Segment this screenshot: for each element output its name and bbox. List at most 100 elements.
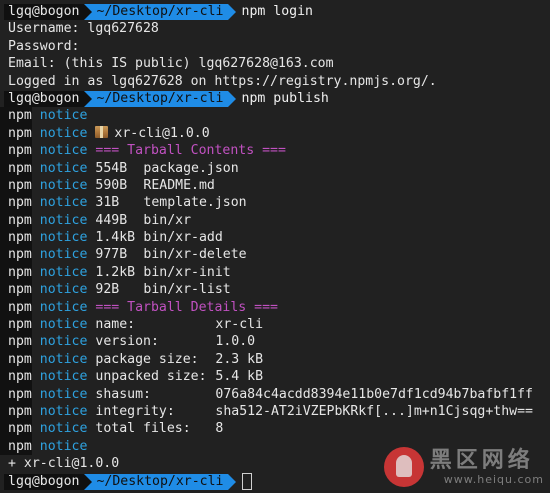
notice-label: notice bbox=[39, 369, 88, 385]
npm-prefix: npm bbox=[0, 333, 32, 351]
npm-prefix: npm bbox=[0, 176, 32, 195]
package-icon bbox=[95, 125, 109, 138]
prompt-separator-arrow bbox=[227, 4, 236, 20]
prompt-user-host: lgq@bogon bbox=[4, 473, 85, 490]
npm-notice-line: npm notice 1.2kB bin/xr-init bbox=[0, 263, 550, 282]
npm-prefix: npm bbox=[0, 159, 32, 177]
npm-prefix: npm bbox=[0, 298, 32, 317]
file-size: 554B bbox=[95, 160, 128, 176]
npm-prefix: npm bbox=[0, 281, 32, 299]
npm-notice-line: npm notice 31B template.json bbox=[0, 194, 550, 212]
prompt-path: ~/Desktop/xr-cli bbox=[92, 473, 228, 490]
notice-label: notice bbox=[39, 282, 88, 298]
notice-label: notice bbox=[39, 177, 88, 193]
file-size: 977B bbox=[95, 247, 128, 263]
prompt-user-host: lgq@bogon bbox=[4, 4, 85, 20]
file-name: bin/xr-add bbox=[143, 230, 223, 246]
file-size: 1.2kB bbox=[95, 264, 136, 280]
npm-prefix: npm bbox=[0, 107, 32, 125]
detail-value: xr-cli bbox=[215, 317, 264, 333]
file-size: 1.4kB bbox=[95, 230, 136, 246]
npm-prefix: npm bbox=[0, 142, 32, 160]
npm-prefix: npm bbox=[0, 420, 32, 438]
file-size: 449B bbox=[95, 212, 128, 228]
package-name: xr-cli@1.0.0 bbox=[114, 125, 210, 141]
npm-notice-line: npm notice 1.4kB bin/xr-add bbox=[0, 229, 550, 247]
npm-notice-line: npm notice shasum: 076a84c4acdd8394e11b0e… bbox=[0, 385, 550, 403]
detail-key: unpacked size: bbox=[95, 369, 207, 385]
detail-value: sha512-AT2iVZEPbKRkf[...]m+n1Cjsqg+thw== bbox=[215, 403, 533, 419]
notice-label: notice bbox=[39, 143, 88, 159]
notice-label: notice bbox=[39, 299, 88, 315]
npm-notice-line: npm notice total files: 8 bbox=[0, 420, 550, 438]
file-size: 590B bbox=[95, 177, 128, 193]
file-name: bin/xr-list bbox=[143, 282, 231, 298]
command-text: npm login bbox=[241, 4, 313, 19]
notice-label: notice bbox=[39, 403, 88, 419]
npm-prefix: npm bbox=[0, 124, 32, 143]
watermark-url: www.heiqu.com bbox=[443, 472, 544, 486]
npm-notice-line: npm notice 92B bin/xr-list bbox=[0, 281, 550, 299]
npm-notice-line: npm notice === Tarball Contents === bbox=[0, 142, 550, 160]
terminal-output: lgq@bogon ~/Desktop/xr-cli npm login Userna… bbox=[0, 3, 550, 490]
detail-value: 076a84c4acdd8394e11b0e7df1cd94b7bafbf1ff bbox=[215, 386, 533, 402]
npm-prefix: npm bbox=[0, 350, 32, 369]
prompt-separator-arrow bbox=[227, 473, 236, 490]
notice-label: notice bbox=[39, 125, 88, 141]
notice-label: notice bbox=[39, 195, 88, 211]
npm-prefix: npm bbox=[0, 246, 32, 264]
notice-label: notice bbox=[39, 334, 88, 350]
npm-prefix: npm bbox=[0, 316, 32, 334]
npm-notice-line: npm notice package size: 2.3 kB bbox=[0, 350, 550, 369]
tarball-details-header: === Tarball Details === bbox=[95, 299, 278, 315]
npm-prefix: npm bbox=[0, 385, 32, 403]
file-name: package.json bbox=[143, 160, 239, 176]
npm-prefix: npm bbox=[0, 263, 32, 282]
command-text: npm publish bbox=[241, 90, 329, 106]
npm-prefix: npm bbox=[0, 211, 32, 230]
watermark-text: 黑区网络 www.heiqu.com bbox=[429, 447, 544, 486]
notice-label: notice bbox=[39, 247, 88, 263]
npm-notice-line: npm notice 590B README.md bbox=[0, 176, 550, 195]
file-name: bin/xr bbox=[143, 212, 192, 228]
detail-key: version: bbox=[95, 334, 159, 350]
watermark-name: 黑区网络 bbox=[429, 447, 534, 473]
notice-label: notice bbox=[39, 351, 88, 367]
notice-label: notice bbox=[39, 438, 88, 454]
text-cursor[interactable] bbox=[241, 472, 252, 490]
npm-notice-line: npm notice === Tarball Details === bbox=[0, 298, 550, 317]
notice-label: notice bbox=[39, 212, 88, 228]
detail-value: 1.0.0 bbox=[215, 334, 256, 350]
detail-key: package size: bbox=[95, 351, 199, 367]
npm-notice-line: npm notice 554B package.json bbox=[0, 159, 550, 177]
prompt-line: lgq@bogon ~/Desktop/xr-cli npm login bbox=[0, 3, 550, 20]
detail-key: shasum: bbox=[95, 386, 151, 402]
file-name: bin/xr-init bbox=[143, 264, 231, 280]
login-output-line: Email: (this IS public) lgq627628@163.co… bbox=[8, 56, 334, 72]
npm-notice-line: npm notice xr-cli@1.0.0 bbox=[0, 124, 550, 143]
npm-prefix: npm bbox=[0, 368, 32, 386]
npm-notice-line: npm notice name: xr-cli bbox=[0, 316, 550, 334]
login-output-line: Password: bbox=[8, 38, 80, 54]
npm-notice-line: npm notice integrity: sha512-AT2iVZEPbKRk… bbox=[0, 402, 550, 421]
detail-key: integrity: bbox=[95, 403, 175, 419]
file-name: README.md bbox=[143, 177, 215, 193]
prompt-path: ~/Desktop/xr-cli bbox=[92, 4, 228, 20]
prompt-separator-arrow bbox=[84, 90, 93, 107]
npm-prefix: npm bbox=[0, 229, 32, 247]
prompt-separator-arrow bbox=[227, 90, 236, 107]
notice-label: notice bbox=[39, 230, 88, 246]
login-output-line: Username: lgq627628 bbox=[8, 21, 159, 37]
prompt-separator-arrow bbox=[84, 4, 93, 20]
file-size: 31B bbox=[95, 195, 120, 211]
mushroom-logo-icon bbox=[383, 447, 424, 487]
npm-notice-line: npm notice version: 1.0.0 bbox=[0, 333, 550, 351]
login-output-line: Logged in as lgq627628 on https://regist… bbox=[8, 73, 437, 89]
prompt-path: ~/Desktop/xr-cli bbox=[92, 90, 228, 107]
notice-label: notice bbox=[39, 108, 88, 124]
npm-notice-line: npm notice 977B bin/xr-delete bbox=[0, 246, 550, 264]
notice-label: notice bbox=[39, 160, 88, 176]
prompt-user-host: lgq@bogon bbox=[4, 90, 85, 107]
file-name: bin/xr-delete bbox=[143, 247, 247, 263]
notice-label: notice bbox=[39, 317, 88, 333]
